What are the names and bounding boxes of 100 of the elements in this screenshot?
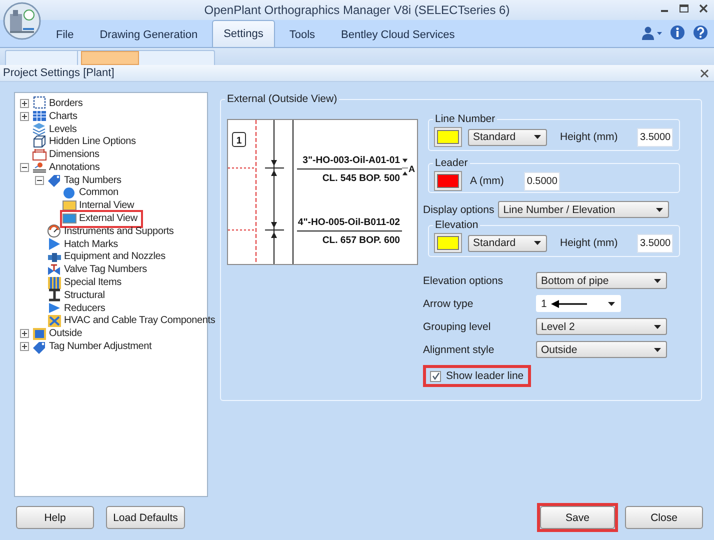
tree-item[interactable]: Annotations <box>49 162 100 173</box>
tree-item[interactable]: Valve Tag Numbers <box>64 264 147 276</box>
cube-icon <box>32 134 47 149</box>
caret-icon <box>654 278 661 282</box>
tree-item[interactable]: Hidden Line Options <box>49 136 136 148</box>
tree-item[interactable]: Hatch Marks <box>64 238 118 250</box>
display-options-dropdown[interactable]: Line Number / Elevation <box>498 201 670 218</box>
group-title: External (Outside View) <box>226 93 338 105</box>
rectangle-icon <box>62 198 77 213</box>
tree-item[interactable]: External View <box>79 213 138 224</box>
gauge-icon <box>47 224 62 238</box>
tree-item[interactable]: Common <box>79 187 118 198</box>
expand-toggle[interactable] <box>20 98 29 108</box>
caret-icon <box>656 208 664 212</box>
tree-item[interactable]: Levels <box>49 124 77 134</box>
tree-item[interactable]: Instruments and Supports <box>64 226 174 237</box>
close-icon[interactable] <box>700 68 709 78</box>
beam-icon <box>47 288 62 302</box>
color-swatch[interactable] <box>437 236 459 250</box>
layers-icon <box>32 122 47 136</box>
tree-item[interactable]: Dimensions <box>49 149 100 160</box>
elevation-label: CL. 657 BOP. 600 <box>322 235 400 246</box>
ribbon-tab[interactable]: Tools <box>277 21 328 47</box>
checkbox-label[interactable]: Show leader line <box>446 370 524 382</box>
caret-icon <box>608 302 615 306</box>
dialog-button[interactable]: Close <box>625 506 703 529</box>
ribbon-tab[interactable]: Bentley Cloud Services <box>329 21 467 47</box>
dialog-button[interactable]: Help <box>16 506 94 529</box>
tree-item[interactable]: Reducers <box>64 302 106 314</box>
arrow-marker <box>264 222 284 238</box>
help-icon[interactable] <box>693 25 708 40</box>
close-icon[interactable] <box>699 4 708 13</box>
caret-icon <box>534 241 541 245</box>
leader-length-field[interactable]: 0.5000 <box>524 172 560 190</box>
ribbon-tab[interactable]: File <box>44 21 86 47</box>
option-dropdown[interactable]: Level 2 <box>536 318 667 335</box>
checkbox[interactable] <box>430 370 441 382</box>
caret-icon <box>654 324 661 328</box>
leader-arrows-icon <box>402 158 408 176</box>
tree-item[interactable]: Special Items <box>64 277 122 288</box>
line-number-label: 4"-HO-005-Oil-B011-02 <box>298 217 400 228</box>
duct-icon <box>47 314 62 328</box>
tree-item[interactable]: Outside <box>49 328 82 340</box>
dialog-button[interactable]: Load Defaults <box>106 506 185 529</box>
rectangle-icon <box>62 212 77 226</box>
ruler-icon <box>32 148 47 162</box>
tree-item[interactable]: Borders <box>49 98 83 109</box>
maximize-icon[interactable] <box>679 4 689 13</box>
color-swatch[interactable] <box>437 174 459 188</box>
height-field[interactable]: 3.5000 <box>637 234 673 252</box>
tree-item[interactable]: Internal View <box>79 200 134 212</box>
group-title: Leader <box>434 157 469 169</box>
option-dropdown[interactable]: Outside <box>536 341 667 358</box>
arrow-type-dropdown[interactable]: 1 <box>536 295 621 312</box>
info-icon[interactable] <box>670 25 685 40</box>
expand-toggle[interactable] <box>20 162 29 172</box>
tree-item[interactable]: Structural <box>64 290 105 301</box>
field-label: Grouping level <box>423 320 492 332</box>
style-dropdown[interactable]: Standard <box>468 128 547 146</box>
tree-item[interactable]: HVAC and Cable Tray Components <box>64 315 216 326</box>
expand-toggle[interactable] <box>20 342 29 352</box>
index-marker: 1 <box>232 132 246 147</box>
tree-item[interactable]: Tag Number Adjustment <box>49 341 152 352</box>
field-label: Height (mm) <box>560 237 618 249</box>
tag-icon <box>47 173 62 188</box>
field-label: Alignment style <box>423 344 496 356</box>
tag-icon <box>32 340 47 354</box>
user-icon[interactable] <box>642 26 662 40</box>
ribbon-tab[interactable]: Settings <box>212 20 276 47</box>
grid-icon <box>32 109 47 124</box>
field-label: Elevation options <box>423 274 504 286</box>
expand-toggle[interactable] <box>20 112 29 121</box>
expand-toggle[interactable] <box>35 176 44 185</box>
field-label: Display options <box>423 204 494 216</box>
dialog-title: Project Settings [Plant] <box>3 67 116 79</box>
expand-toggle[interactable] <box>20 329 29 338</box>
caret-icon <box>654 348 661 352</box>
stripes-icon <box>47 276 62 290</box>
frame-icon <box>32 96 47 110</box>
arrow-icon <box>550 300 587 308</box>
dialog-button[interactable]: Save <box>540 506 615 529</box>
field-label: A (mm) <box>470 175 504 187</box>
color-swatch[interactable] <box>437 130 459 144</box>
style-dropdown[interactable]: Standard <box>468 234 547 252</box>
square-icon <box>32 326 47 341</box>
ribbon-tab[interactable]: Drawing Generation <box>88 21 210 47</box>
valve-icon <box>47 262 62 277</box>
group-title: Line Number <box>434 113 496 125</box>
height-field[interactable]: 3.5000 <box>637 128 673 146</box>
tree-item[interactable]: Charts <box>49 110 78 122</box>
caret-icon <box>534 135 541 139</box>
arrow-marker <box>264 160 284 176</box>
group-title: Elevation <box>434 219 480 231</box>
tree-item[interactable]: Equipment and Nozzles <box>64 251 166 262</box>
triangle-icon <box>47 237 62 252</box>
leader-label: A <box>408 164 415 174</box>
elevation-label: CL. 545 BOP. 500 <box>322 173 400 184</box>
annotation-icon <box>32 160 47 174</box>
tree-item[interactable]: Tag Numbers <box>64 174 122 186</box>
option-dropdown[interactable]: Bottom of pipe <box>536 272 667 289</box>
